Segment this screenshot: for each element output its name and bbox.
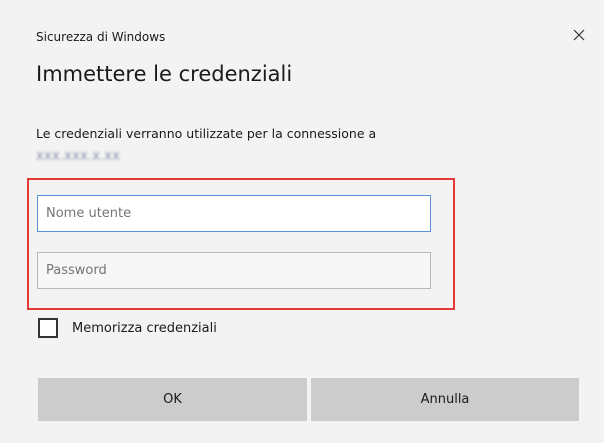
ok-button[interactable]: OK <box>38 378 307 421</box>
cancel-button[interactable]: Annulla <box>311 378 579 421</box>
remember-label: Memorizza credenziali <box>72 320 217 336</box>
close-button[interactable] <box>566 22 592 48</box>
close-icon <box>573 29 585 41</box>
credentials-dialog: Sicurezza di Windows Immettere le creden… <box>0 0 604 443</box>
host-address: XXX.XXX.X.XX <box>36 150 121 163</box>
remember-checkbox[interactable] <box>38 318 58 338</box>
description-text: Le credenziali verranno utilizzate per l… <box>36 126 377 141</box>
remember-credentials-row[interactable]: Memorizza credenziali <box>38 318 217 338</box>
window-title: Sicurezza di Windows <box>36 30 166 44</box>
dialog-description: Le credenziali verranno utilizzate per l… <box>36 123 556 168</box>
dialog-heading: Immettere le credenziali <box>36 62 293 86</box>
password-input[interactable] <box>37 252 431 289</box>
username-input[interactable] <box>37 195 431 232</box>
